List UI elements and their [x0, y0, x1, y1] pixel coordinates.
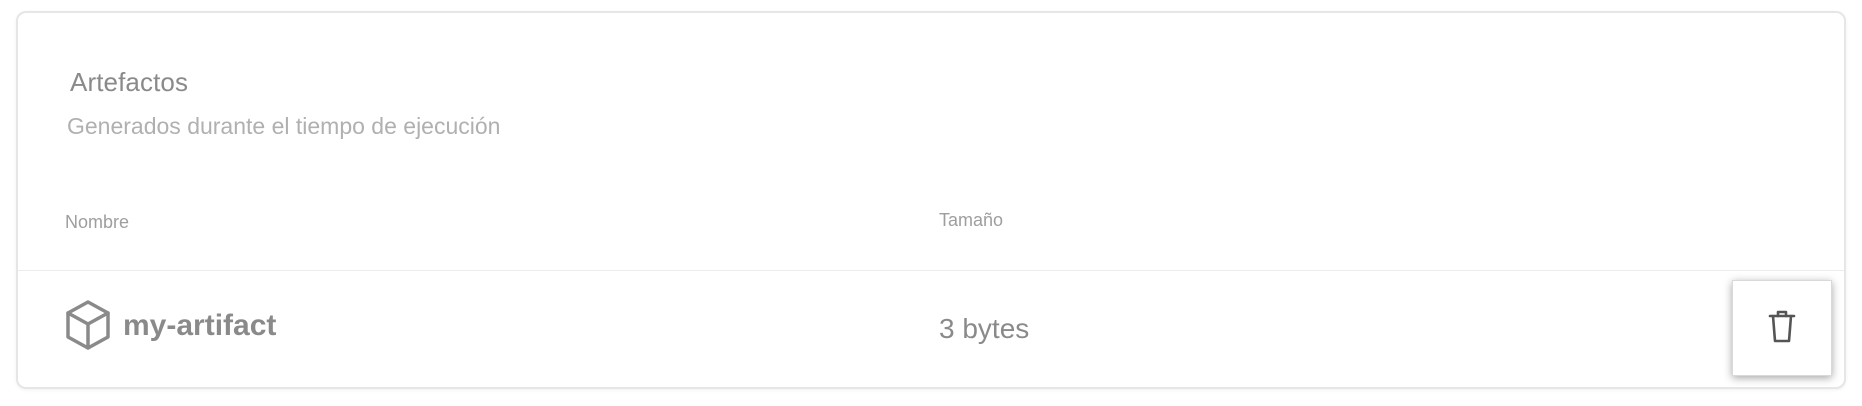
column-header-size: Tamaño — [939, 210, 1004, 230]
artifact-name[interactable]: my-artifact — [123, 309, 276, 343]
artifact-size: 3 bytes — [939, 313, 1030, 344]
section-subtitle: Generados durante el tiempo de ejecución — [67, 113, 501, 139]
section-title: Artefactos — [70, 67, 189, 97]
artifacts-card — [16, 11, 1846, 389]
column-header-name: Nombre — [65, 212, 130, 232]
delete-artifact-button[interactable] — [1732, 280, 1832, 376]
trash-icon — [1767, 308, 1797, 349]
package-icon — [64, 299, 112, 351]
table-divider — [18, 270, 1844, 271]
